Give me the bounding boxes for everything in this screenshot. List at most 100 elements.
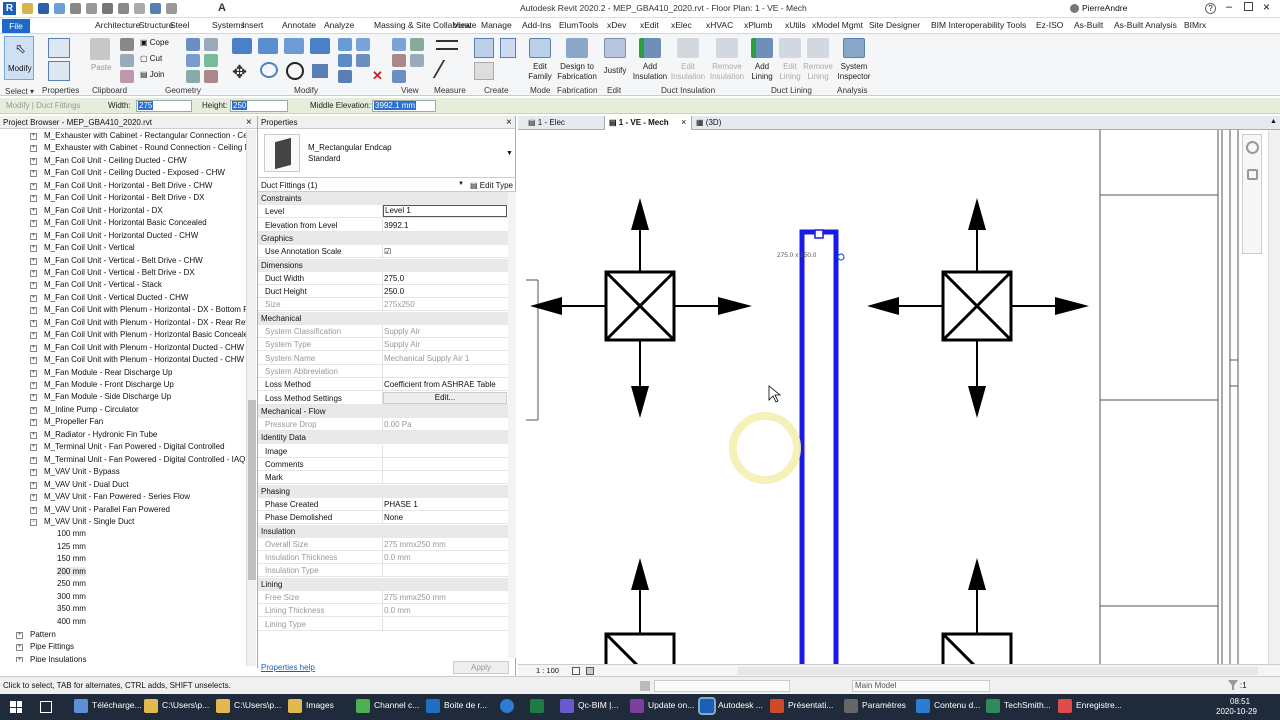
property-section[interactable]: Mechanical - Flow xyxy=(258,404,510,418)
property-row[interactable]: Size 275x250 xyxy=(258,298,510,312)
text-a-icon[interactable]: A xyxy=(218,3,229,14)
tree-item[interactable]: + M_VAV Unit - Parallel Fan Powered xyxy=(30,505,170,514)
justify-button[interactable]: Justify xyxy=(600,36,630,86)
help-icon[interactable]: ? xyxy=(1205,3,1216,14)
expand-icon[interactable]: + xyxy=(30,357,37,365)
menu-view[interactable]: View xyxy=(453,20,471,30)
taskbar-item[interactable]: Boite de r... xyxy=(444,700,487,710)
menu-structure[interactable]: Structure xyxy=(139,20,174,30)
3d-view-icon[interactable] xyxy=(150,3,161,14)
create-parts-icon[interactable] xyxy=(500,38,516,58)
dimension-icon[interactable] xyxy=(432,60,464,78)
expand-icon[interactable]: + xyxy=(30,294,37,302)
add-lining-button[interactable]: Add Lining xyxy=(748,36,776,86)
property-section[interactable]: Identity Data xyxy=(258,431,510,445)
create-group-icon[interactable] xyxy=(474,62,494,80)
cut-icon[interactable] xyxy=(120,38,134,51)
cut-button[interactable]: ▢ Cut xyxy=(140,54,162,63)
menu-xelec[interactable]: xElec xyxy=(671,20,692,30)
expand-icon[interactable]: + xyxy=(30,419,37,427)
property-value[interactable]: PHASE 1 xyxy=(384,500,418,509)
task-view-icon[interactable] xyxy=(40,701,52,713)
menu-insert[interactable]: Insert xyxy=(242,20,263,30)
tree-item[interactable]: + M_Fan Coil Unit with Plenum - Horizonta… xyxy=(30,343,244,352)
tree-item[interactable]: + M_Exhauster with Cabinet - Rectangular … xyxy=(30,131,246,140)
tree-root-item[interactable]: + Pattern xyxy=(16,630,56,639)
expand-icon[interactable]: + xyxy=(30,133,37,140)
scale-label[interactable]: 1 : 100 xyxy=(536,666,559,675)
tree-item[interactable]: + M_Inline Pump - Circulator xyxy=(30,405,139,414)
taskbar-app-icon[interactable] xyxy=(1058,699,1072,713)
menu-architecture[interactable]: Architecture xyxy=(95,20,140,30)
property-value[interactable]: 275.0 xyxy=(384,274,404,283)
join-button[interactable]: ▤ Join xyxy=(140,70,164,79)
tree-item[interactable]: + M_VAV Unit - Fan Powered - Series Flow xyxy=(30,492,190,502)
tree-size-item[interactable]: 100 mm xyxy=(57,529,86,538)
property-row[interactable]: System Classification Supply Air xyxy=(258,325,510,338)
air-terminal-4[interactable] xyxy=(941,558,1013,664)
design-options-dropdown[interactable]: Main Model xyxy=(852,680,990,692)
property-section[interactable]: Dimensions xyxy=(258,258,510,272)
view-icon-3[interactable] xyxy=(392,70,406,83)
property-value[interactable]: Edit... xyxy=(383,391,507,404)
property-value[interactable]: 3992.1 xyxy=(384,221,408,230)
tree-item[interactable]: + M_Fan Coil Unit - Horizontal - Belt Dri… xyxy=(30,193,204,203)
property-row[interactable]: System Type Supply Air xyxy=(258,338,510,352)
expand-icon[interactable]: + xyxy=(30,494,37,502)
tree-item[interactable]: + M_Fan Coil Unit with Plenum - Horizonta… xyxy=(30,330,246,340)
property-row[interactable]: Comments xyxy=(258,458,510,471)
start-button-icon[interactable] xyxy=(10,701,22,713)
geometry-icon-2[interactable] xyxy=(186,54,200,67)
taskbar-app-icon[interactable] xyxy=(916,699,930,713)
floor-plan-drawing[interactable] xyxy=(518,130,1280,664)
air-terminal-3[interactable] xyxy=(604,558,676,664)
menu-file[interactable]: File xyxy=(2,19,30,33)
detail-level-icon[interactable] xyxy=(572,667,580,675)
taskbar-item[interactable]: Enregistre... xyxy=(1076,700,1122,710)
property-value[interactable]: Level 1 xyxy=(383,205,507,218)
paste-icon[interactable] xyxy=(90,38,110,60)
property-row[interactable]: Loss Method Settings Edit... xyxy=(258,391,510,405)
menu-as-built[interactable]: As-Built xyxy=(1074,20,1103,30)
chevron-down-icon[interactable]: ▼ xyxy=(506,150,513,157)
tree-item[interactable]: + M_Terminal Unit - Fan Powered - Digital… xyxy=(30,442,225,452)
user-icon[interactable] xyxy=(1070,4,1079,13)
visual-style-icon[interactable] xyxy=(586,667,594,675)
menu-analyze[interactable]: Analyze xyxy=(324,20,354,30)
tree-item[interactable]: + M_Fan Coil Unit with Plenum - Horizonta… xyxy=(30,355,246,365)
tree-item[interactable]: + M_Fan Coil Unit with Plenum - Horizonta… xyxy=(30,318,246,327)
split-icon[interactable] xyxy=(312,64,328,78)
taskbar-app-icon[interactable] xyxy=(356,699,370,713)
geometry-icon-5[interactable] xyxy=(204,54,218,67)
menu-annotate[interactable]: Annotate xyxy=(282,20,316,30)
menu-xhvac[interactable]: xHVAC xyxy=(706,20,733,30)
collapse-icon[interactable]: − xyxy=(30,518,37,526)
property-value[interactable]: 250.0 xyxy=(384,287,404,296)
menu-elumtools[interactable]: ElumTools xyxy=(559,20,598,30)
tree-item[interactable]: + M_Fan Coil Unit - Vertical Ducted - CHW xyxy=(30,293,188,302)
taskbar-item[interactable]: Contenu d... xyxy=(934,700,980,710)
expand-icon[interactable]: + xyxy=(30,382,37,389)
taskbar-app-icon[interactable] xyxy=(630,699,644,713)
close-icon[interactable]: × xyxy=(681,117,686,127)
menu-massing-site[interactable]: Massing & Site xyxy=(374,20,431,30)
expand-icon[interactable]: + xyxy=(30,431,37,439)
property-row[interactable]: System Abbreviation xyxy=(258,364,510,378)
tree-size-item[interactable]: 250 mm xyxy=(57,579,86,588)
align-icon[interactable] xyxy=(232,38,252,54)
height-input[interactable]: 250 xyxy=(230,100,288,112)
open-icon[interactable] xyxy=(22,3,33,14)
property-row[interactable]: Duct Width 275.0 xyxy=(258,271,510,285)
tree-item[interactable]: + M_Fan Coil Unit - Vertical xyxy=(30,243,135,253)
workset-dropdown[interactable] xyxy=(654,680,790,692)
excel-icon[interactable] xyxy=(530,699,544,713)
expand-icon[interactable]: + xyxy=(16,656,23,662)
tree-item[interactable]: − M_VAV Unit - Single Duct xyxy=(30,517,134,526)
menu-manage[interactable]: Manage xyxy=(481,20,512,30)
geometry-icon-1[interactable] xyxy=(186,38,200,51)
tree-root-item[interactable]: + Pipe Insulations xyxy=(16,655,86,662)
property-row[interactable]: Loss Method Coefficient from ASHRAE Table xyxy=(258,378,510,392)
expand-icon[interactable]: + xyxy=(30,157,37,165)
undo-icon[interactable] xyxy=(70,3,81,14)
tree-item[interactable]: + M_Fan Module - Rear Discharge Up xyxy=(30,368,173,377)
